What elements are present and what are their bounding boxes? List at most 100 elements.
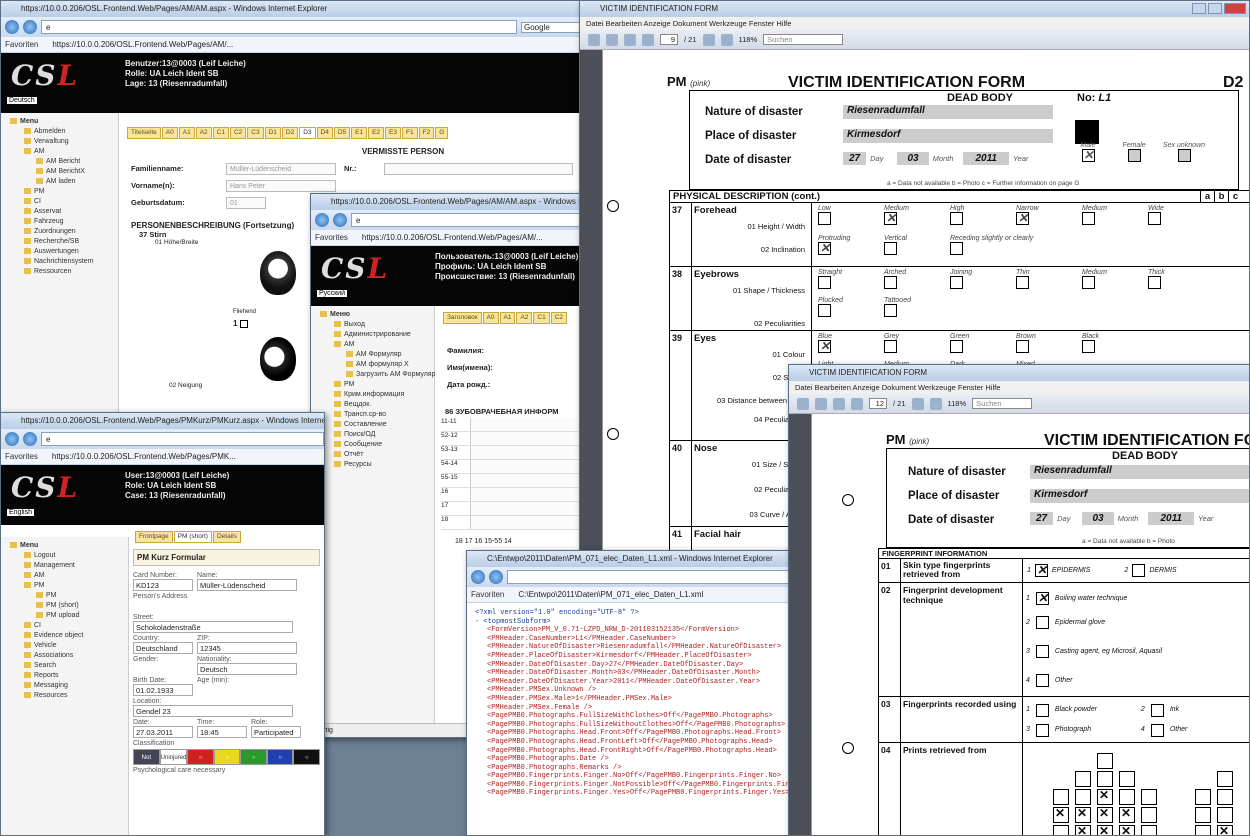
print-icon[interactable] (797, 397, 809, 410)
option[interactable]: High (950, 205, 964, 225)
back-icon[interactable] (5, 432, 19, 446)
finger-checkbox[interactable] (1053, 825, 1069, 835)
search-input[interactable]: Suchen (763, 34, 844, 45)
forward-icon[interactable] (489, 570, 503, 584)
tooth-field[interactable] (471, 516, 591, 529)
forward-icon[interactable] (23, 432, 37, 446)
checkbox[interactable] (1082, 340, 1095, 353)
checkbox[interactable] (950, 212, 963, 225)
zoom-level[interactable]: 118% (948, 399, 967, 408)
form-tab[interactable]: C1 (212, 127, 229, 139)
text-field[interactable]: Müller-Lüdenscheid (197, 579, 297, 591)
finger-checkbox[interactable] (1195, 807, 1211, 823)
form-tab[interactable]: A0 (482, 312, 499, 324)
technique-option[interactable]: 2 Epidermal glove (1026, 610, 1162, 634)
option[interactable]: Tattooed (884, 297, 911, 317)
zoom-level[interactable]: 118% (739, 35, 758, 44)
epidermis-checkbox[interactable] (1034, 563, 1048, 577)
favorites-button[interactable]: Favoriten (5, 40, 38, 49)
checkbox[interactable] (1016, 340, 1029, 353)
checkbox[interactable] (1035, 591, 1049, 605)
form-tab[interactable]: Frontpage (135, 531, 173, 543)
page-number-input[interactable]: 12 (869, 398, 887, 409)
language-select[interactable]: Русский (317, 290, 347, 297)
form-tab[interactable]: F2 (418, 127, 435, 139)
language-select[interactable]: Deutsch (7, 97, 37, 104)
sidebar-item[interactable]: AM Формуляр (314, 350, 431, 360)
sidebar-item[interactable]: Auswertungen (4, 247, 115, 257)
classification-option[interactable]: Uninjured (159, 749, 188, 765)
text-field[interactable]: 12345 (197, 642, 297, 654)
back-icon[interactable] (471, 570, 485, 584)
sidebar-item[interactable]: Associations (4, 651, 125, 661)
technique-option[interactable]: 4 Other (1026, 668, 1162, 692)
option[interactable]: Green (950, 333, 969, 353)
ie-window-xml[interactable]: C:\Entwpo\2011\Daten\PM_071_elec_Daten_L… (466, 550, 796, 836)
sidebar-item[interactable]: Вещдок. (314, 400, 431, 410)
sidebar-item[interactable]: Logout (4, 551, 125, 561)
checkbox[interactable] (1035, 644, 1049, 658)
finger-checkbox[interactable] (1097, 788, 1113, 805)
sidebar-item[interactable]: CI (4, 621, 125, 631)
form-tab[interactable]: Details (212, 531, 241, 543)
minimize-button[interactable] (1192, 3, 1206, 14)
form-tab[interactable]: PM (short) (173, 531, 212, 543)
classification-option[interactable]: ○ (187, 749, 214, 765)
sidebar-item[interactable]: Recherche/SB (4, 237, 115, 247)
surname-field[interactable]: Müller-Lüdenscheid (226, 162, 336, 175)
checkbox[interactable] (1082, 212, 1095, 225)
browser-tab[interactable]: https://10.0.0.206/OSL.Frontend.Web/Page… (362, 233, 543, 242)
classification-option[interactable]: ○ (266, 749, 294, 765)
finger-checkbox[interactable] (1217, 789, 1233, 805)
text-field[interactable]: 18:45 (197, 726, 247, 738)
sidebar-item[interactable]: PM (4, 581, 125, 591)
form-tab[interactable]: A1 (499, 312, 516, 324)
option[interactable]: Thin (1016, 269, 1030, 289)
sidebar-item[interactable]: PM upload (4, 611, 125, 621)
finger-checkbox[interactable] (1119, 771, 1135, 787)
finger-checkbox[interactable] (1119, 806, 1135, 823)
tooth-field[interactable] (471, 502, 591, 515)
dermis-checkbox[interactable] (1132, 564, 1146, 577)
sidebar-item[interactable]: Администрирование (314, 330, 431, 340)
option[interactable]: Medium (1082, 269, 1107, 289)
sidebar-item[interactable]: Menu (4, 541, 125, 551)
finger-checkbox[interactable] (1097, 824, 1113, 835)
sidebar-item[interactable]: Трансп.ср-во (314, 410, 431, 420)
sidebar-item[interactable]: Поиск/ОД (314, 430, 431, 440)
zoom-out-icon[interactable] (702, 33, 715, 46)
back-icon[interactable] (5, 20, 19, 34)
close-button[interactable] (1224, 3, 1246, 14)
form-tab[interactable]: F1 (402, 127, 418, 139)
month-field[interactable]: 03 (897, 152, 929, 165)
option[interactable]: Grey (884, 333, 899, 353)
firstname-field[interactable]: Hans Peter (226, 179, 336, 192)
finger-checkbox[interactable] (1195, 789, 1211, 805)
form-tab[interactable]: C1 (533, 312, 550, 324)
form-tab[interactable]: C2 (550, 312, 568, 324)
sidebar-item[interactable]: AM Bericht (4, 157, 115, 167)
sidebar-item[interactable]: Zuordnungen (4, 227, 115, 237)
sidebar-item[interactable]: Nachrichtensystem (4, 257, 115, 267)
place-field[interactable]: Kirmesdorf (843, 129, 1053, 143)
finger-checkbox[interactable] (1075, 824, 1091, 835)
sidebar-item[interactable]: Vehicle (4, 641, 125, 651)
checkbox[interactable] (818, 276, 831, 289)
browser-tab[interactable]: C:\Entwpo\2011\Daten\PM_071_elec_Daten_L… (518, 590, 703, 599)
day-field[interactable]: 27 (843, 152, 867, 165)
form-tab[interactable]: A2 (195, 127, 212, 139)
checkbox[interactable] (884, 340, 897, 353)
tooth-field[interactable] (471, 432, 591, 445)
black-powder-checkbox[interactable] (1035, 703, 1049, 717)
forward-icon[interactable] (23, 20, 37, 34)
favorites-button[interactable]: Favorites (5, 452, 38, 461)
sidebar-item[interactable]: PM (short) (4, 601, 125, 611)
text-field[interactable]: 27.03.2011 (133, 726, 193, 738)
adobe-reader-window-fingerprint[interactable]: VICTIM IDENTIFICATION FORM Datei Bearbei… (788, 364, 1250, 836)
sidebar-item[interactable]: Fahrzeug (4, 217, 115, 227)
checkbox[interactable] (1016, 211, 1029, 225)
option[interactable]: Arched (884, 269, 906, 289)
finger-checkbox[interactable] (1075, 771, 1091, 787)
form-tab[interactable]: D1 (264, 127, 281, 139)
finger-checkbox[interactable] (1195, 825, 1211, 835)
